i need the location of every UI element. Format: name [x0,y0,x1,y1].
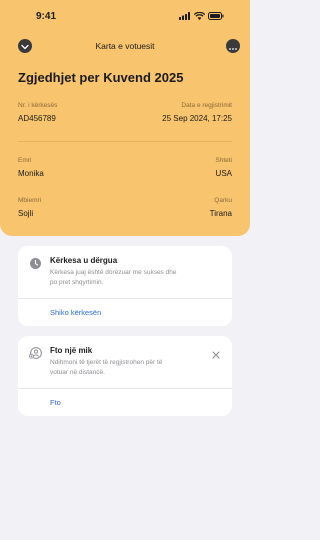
more-options-button[interactable] [226,39,240,53]
request-status-title: Kërkesa u dërgua [50,256,118,265]
invite-friend-card: Fto një mik Ndihmoni të tjerët të regjis… [18,336,232,416]
request-status-text-line2: po pret shqyrtimin. [50,279,104,286]
registration-date-label: Data e regjistrimit [181,102,232,109]
request-status-card: Kërkesa u dërgua Kërkesa juaj është dorë… [18,246,232,326]
ellipsis-icon [229,37,237,55]
country-value: USA [215,169,232,178]
add-person-icon [29,346,43,364]
clock-icon [30,256,41,274]
status-time: 9:41 [36,11,57,22]
request-number-label: Nr. i kërkesës [18,102,58,109]
battery-icon [208,7,224,25]
status-bar: 9:41 [0,0,250,30]
last-name-value: Sojli [18,209,34,218]
invite-friend-text-line2: votuar në distancë. [50,369,105,376]
invite-link[interactable]: Fto [50,398,61,407]
district-label: Qarku [214,197,232,204]
request-number-value: AD456789 [18,114,56,123]
voter-card-header: 9:41 Karta e votuesit Zgjedhjet per Kuve… [0,0,250,236]
district-value: Tirana [209,209,232,218]
header-divider [18,141,232,142]
invite-friend-text-line1: Ndihmoni të tjerët të regjistrohen për t… [50,359,163,366]
country-label: Shteti [215,157,232,164]
status-icons [179,11,224,21]
close-icon[interactable] [212,346,220,364]
card-separator [18,388,232,389]
invite-friend-title: Fto një mik [50,346,93,355]
wifi-icon [193,7,206,25]
nav-title: Karta e votuesit [95,41,155,51]
view-request-link[interactable]: Shiko kërkesën [50,308,101,317]
first-name-label: Emri [18,157,32,164]
registration-date-value: 25 Sep 2024, 17:25 [162,114,232,123]
request-status-text-line1: Kërkesa juaj është dorëzuar me sukses dh… [50,269,177,276]
first-name-value: Monika [18,169,44,178]
page-title: Zgjedhjet per Kuvend 2025 [18,70,184,85]
last-name-label: Mbiemri [18,197,42,204]
signal-icon [179,7,191,25]
card-separator [18,298,232,299]
navigation-bar: Karta e votuesit [0,36,250,56]
